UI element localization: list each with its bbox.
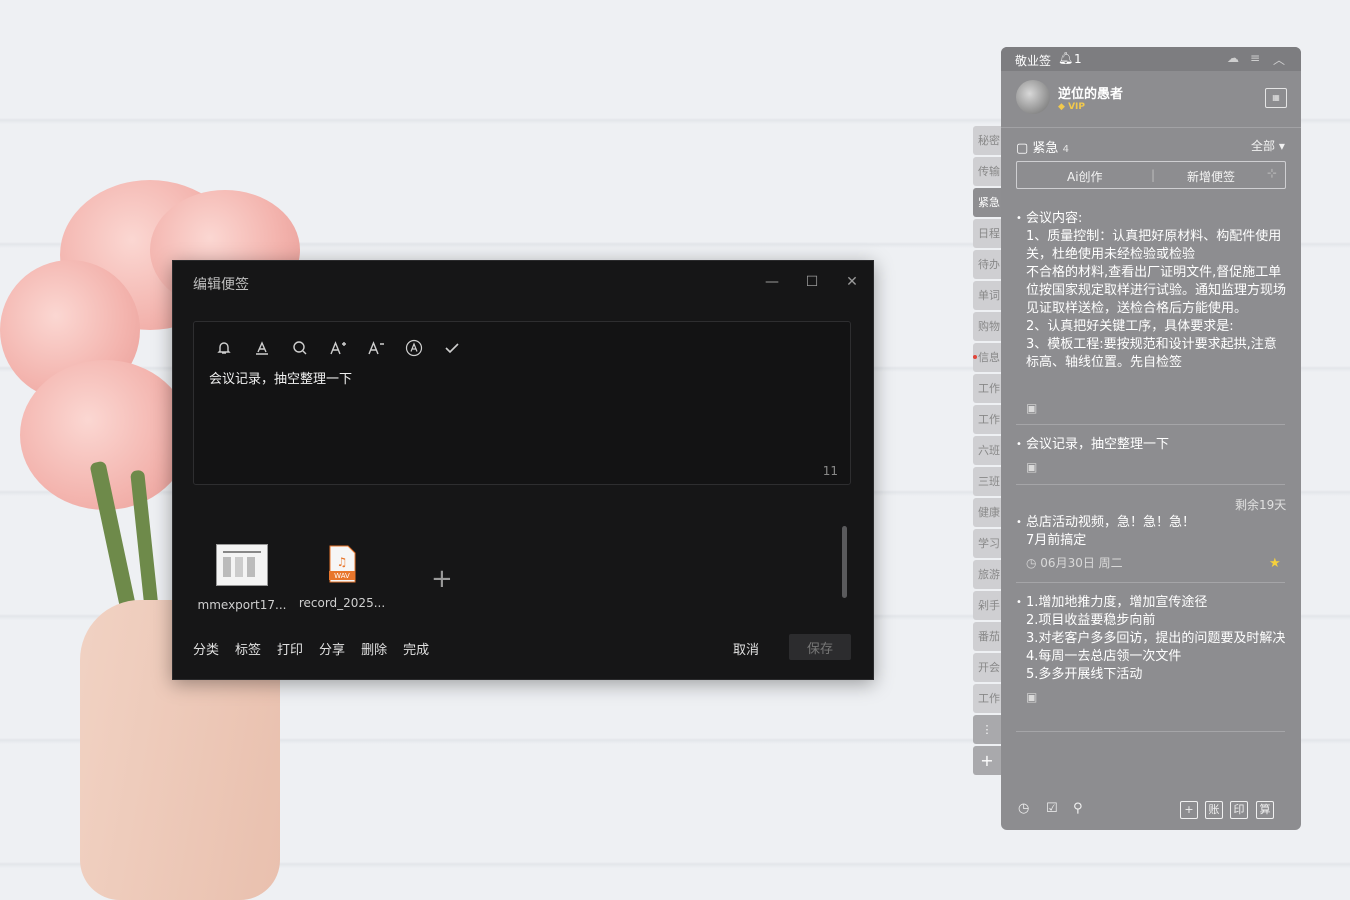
search-icon[interactable] — [288, 336, 312, 360]
add-tab-icon[interactable]: + — [973, 746, 1001, 775]
pin-icon[interactable]: ⊹ — [1267, 166, 1277, 180]
wav-file-icon: ♫ WAV — [317, 544, 367, 584]
note-content[interactable]: 会议记录，抽空整理一下 — [209, 368, 352, 387]
notification-count: 1 — [1074, 52, 1082, 66]
star-icon[interactable]: ★ — [1269, 556, 1281, 571]
action-bar: Ai创作 | 新增便签 ⊹ — [1016, 161, 1286, 189]
check-icon[interactable] — [440, 336, 464, 360]
print-icon[interactable]: 印 — [1230, 801, 1248, 819]
image-thumbnail — [216, 544, 268, 586]
account-icon[interactable]: 账 — [1205, 801, 1223, 819]
note-item[interactable]: • 总店活动视频，急！急！急！ 7月前搞定 ◷ 06月30日 周二 — [1016, 514, 1286, 572]
panel-titlebar: 敬业签 🔔︎ 1 ☁ ≡ ︿ — [1001, 47, 1301, 71]
tab-shopping-spree[interactable]: 剁手 — [973, 591, 1001, 620]
tab-secret[interactable]: 秘密 — [973, 126, 1001, 155]
tab-todo[interactable]: 待办 — [973, 250, 1001, 279]
note-attachment-icon: ▣ — [1026, 401, 1038, 415]
category-tabs: 秘密 传输 紧急 日程 待办 单词 购物 信息 工作 工作 六班 三班 健康 学… — [973, 126, 1001, 777]
collapse-icon[interactable]: ︿ — [1273, 51, 1285, 68]
note-date: ◷ 06月30日 周二 — [1026, 556, 1123, 570]
clock-icon[interactable]: ◷ — [1018, 801, 1029, 816]
new-note-button[interactable]: 新增便签 — [1187, 168, 1235, 185]
attachment-image[interactable]: mmexport17... — [197, 544, 287, 612]
add-icon[interactable]: + — [1180, 801, 1198, 819]
window-title: 编辑便签 — [193, 277, 249, 293]
attachment-name: mmexport17... — [197, 598, 287, 612]
current-category[interactable]: ▢ 紧急 4 — [1016, 137, 1069, 156]
tag-button[interactable]: 标签 — [235, 639, 261, 658]
add-attachment-icon[interactable]: + — [431, 564, 453, 594]
tab-health[interactable]: 健康 — [973, 498, 1001, 527]
calculator-icon[interactable]: 算 — [1256, 801, 1274, 819]
tab-transfer[interactable]: 传输 — [973, 157, 1001, 186]
tab-class-six[interactable]: 六班 — [973, 436, 1001, 465]
tab-tomato[interactable]: 番茄 — [973, 622, 1001, 651]
tab-work-3[interactable]: 工作 — [973, 684, 1001, 713]
notification-bell-icon[interactable]: 🔔︎ — [1058, 51, 1073, 65]
note-item[interactable]: • 1.增加地推力度，增加宣传途径 2.项目收益要稳步向前 3.对老客户多多回访… — [1016, 594, 1286, 706]
print-button[interactable]: 打印 — [277, 639, 303, 658]
check-box-icon[interactable]: ☑ — [1046, 801, 1058, 816]
remaining-days: 剩余19天 — [1235, 498, 1287, 512]
edit-note-window: 编辑便签 — ☐ ✕ 会议记录，抽空整理一下 11 mmexport17... … — [172, 260, 874, 680]
cancel-button[interactable]: 取消 — [733, 639, 759, 658]
note-attachment-icon: ▣ — [1026, 460, 1038, 474]
unread-dot — [973, 355, 977, 359]
delete-button[interactable]: 删除 — [361, 639, 387, 658]
app-name: 敬业签 — [1015, 54, 1052, 68]
tab-travel[interactable]: 旅游 — [973, 560, 1001, 589]
filter-dropdown[interactable]: 全部 ▾ — [1251, 137, 1285, 154]
note-attachment-icon: ▣ — [1026, 690, 1038, 704]
more-tabs-icon[interactable]: ⋮ — [973, 715, 1001, 744]
font-increase-icon[interactable] — [326, 336, 350, 360]
note-item[interactable]: • 会议记录，抽空整理一下 ▣ — [1016, 436, 1286, 476]
close-button[interactable]: ✕ — [841, 271, 863, 293]
tab-schedule[interactable]: 日程 — [973, 219, 1001, 248]
user-name[interactable]: 逆位的愚者 — [1058, 83, 1123, 102]
maximize-button[interactable]: ☐ — [801, 271, 823, 293]
attachment-audio[interactable]: ♫ WAV record_2025... — [297, 544, 387, 610]
category-button[interactable]: 分类 — [193, 639, 219, 658]
ai-create-button[interactable]: Ai创作 — [1067, 168, 1103, 185]
note-editor[interactable]: 会议记录，抽空整理一下 11 — [193, 321, 851, 485]
attachment-name: record_2025... — [298, 596, 386, 610]
cloud-sync-icon[interactable]: ☁ — [1227, 51, 1239, 65]
font-color-icon[interactable] — [250, 336, 274, 360]
attachments-scrollbar[interactable] — [842, 526, 847, 598]
bell-icon[interactable] — [212, 336, 236, 360]
complete-button[interactable]: 完成 — [403, 639, 429, 658]
format-toolbar — [212, 336, 464, 360]
tab-info[interactable]: 信息 — [973, 343, 1001, 372]
tab-shopping[interactable]: 购物 — [973, 312, 1001, 341]
editor-actions: 分类 标签 打印 分享 删除 完成 — [193, 639, 429, 658]
avatar[interactable] — [1016, 80, 1050, 114]
calendar-icon[interactable]: ▦ — [1265, 88, 1287, 108]
font-decrease-icon[interactable] — [364, 336, 388, 360]
notes-panel: 敬业签 🔔︎ 1 ☁ ≡ ︿ 逆位的愚者 ◆ VIP ▦ ▢ 紧急 4 全部 ▾… — [1001, 47, 1301, 830]
tab-words[interactable]: 单词 — [973, 281, 1001, 310]
tab-class-three[interactable]: 三班 — [973, 467, 1001, 496]
note-item[interactable]: • 会议内容: 1、质量控制：认真把好原材料、构配件使用关，杜绝使用未经检验或检… — [1016, 210, 1286, 393]
minimize-button[interactable]: — — [761, 271, 783, 293]
tab-study[interactable]: 学习 — [973, 529, 1001, 558]
char-counter: 11 — [822, 464, 838, 478]
tab-meeting[interactable]: 开会 — [973, 653, 1001, 682]
tab-urgent[interactable]: 紧急 — [973, 188, 1001, 217]
panel-bottom-bar: ◷ ☑ ⚲ + 账 印 算 — [1001, 795, 1301, 825]
svg-text:♫: ♫ — [337, 555, 348, 569]
share-button[interactable]: 分享 — [319, 639, 345, 658]
menu-icon[interactable]: ≡ — [1250, 51, 1260, 65]
tab-work-1[interactable]: 工作 — [973, 374, 1001, 403]
font-style-icon[interactable] — [402, 336, 426, 360]
save-button[interactable]: 保存 — [789, 634, 851, 660]
tab-work-2[interactable]: 工作 — [973, 405, 1001, 434]
vip-badge: ◆ VIP — [1058, 102, 1085, 112]
search-icon[interactable]: ⚲ — [1073, 801, 1083, 816]
wav-badge: WAV — [334, 572, 350, 580]
